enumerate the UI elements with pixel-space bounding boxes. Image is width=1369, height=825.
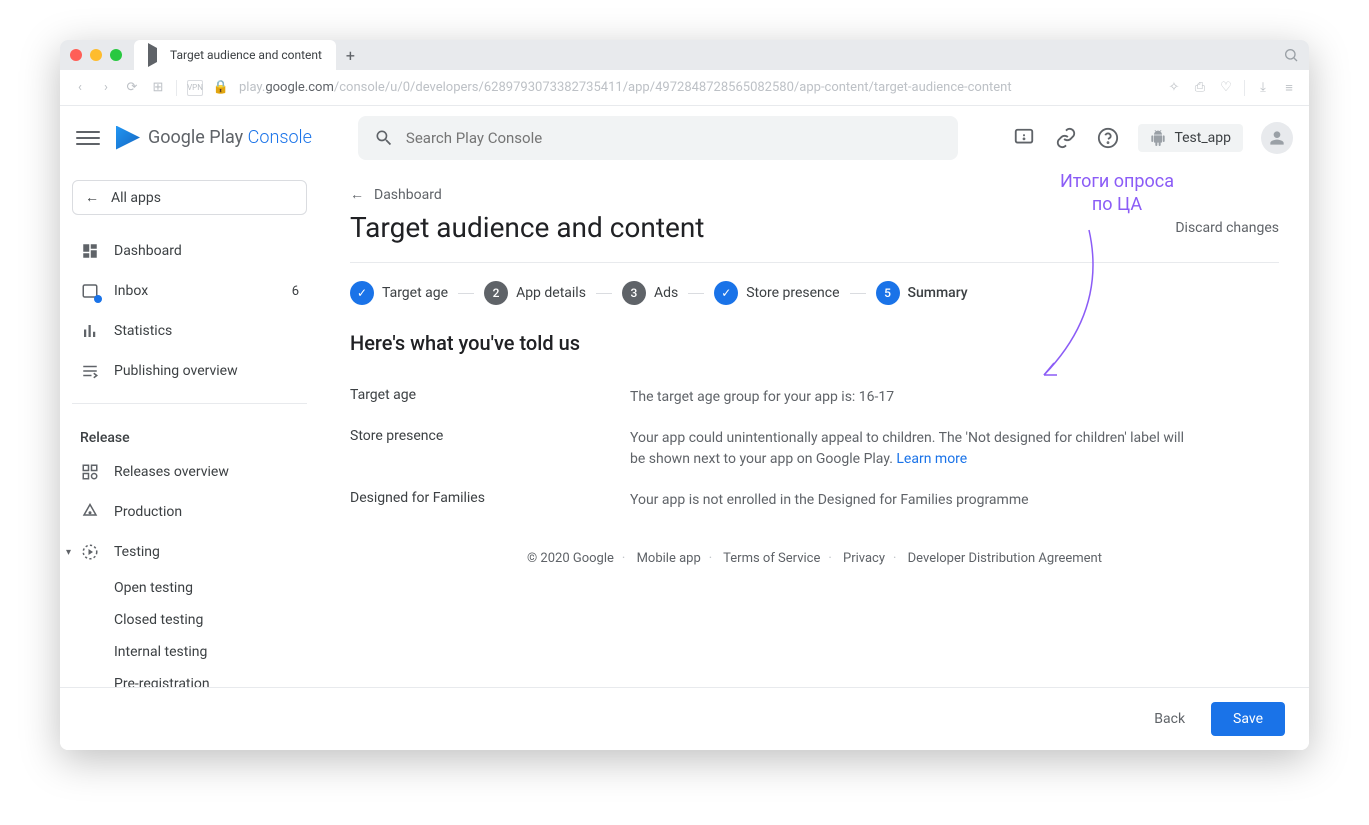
save-button[interactable]: Save (1211, 702, 1285, 736)
logo[interactable]: Google Play Console (116, 126, 312, 150)
sidebar-item-statistics[interactable]: Statistics (72, 311, 307, 351)
arrow-left-icon: ← (350, 186, 364, 203)
browser-tab[interactable]: Target audience and content (134, 40, 336, 70)
check-icon (350, 281, 374, 305)
menu-icon[interactable]: ≡ (1281, 80, 1297, 96)
app-header: Google Play Console Test_app (60, 106, 1309, 170)
sidebar-item-publishing-overview[interactable]: Publishing overview (72, 351, 307, 391)
browser-toolbar: ‹ › ⟳ ⊞ VPN 🔒 play.google.com/console/u/… (60, 70, 1309, 106)
app-selector[interactable]: Test_app (1138, 124, 1243, 152)
app-name: Test_app (1174, 130, 1231, 146)
page-title: Target audience and content (350, 211, 704, 244)
step-ads[interactable]: 3Ads (622, 281, 678, 305)
back-button[interactable]: Back (1142, 703, 1197, 735)
testing-icon (80, 542, 100, 562)
sidebar-item-dashboard[interactable]: Dashboard (72, 231, 307, 271)
sidebar-sub-closed-testing[interactable]: Closed testing (72, 604, 307, 636)
bottom-action-bar: Back Save (60, 687, 1309, 750)
search-input[interactable] (406, 129, 942, 147)
account-avatar[interactable] (1261, 122, 1293, 154)
apps-grid-icon[interactable]: ⊞ (150, 80, 166, 96)
new-tab-button[interactable]: + (346, 46, 355, 65)
step-target-age[interactable]: Target age (350, 281, 448, 305)
step-app-details[interactable]: 2App details (484, 281, 586, 305)
footer-links: © 2020 Google· Mobile app· Terms of Serv… (350, 521, 1279, 586)
footer-terms[interactable]: Terms of Service (723, 551, 820, 566)
sidebar-item-testing[interactable]: ▾ Testing (72, 532, 307, 572)
sidebar-sub-pre-registration[interactable]: Pre-registration (72, 668, 307, 687)
inbox-badge: 6 (292, 284, 299, 299)
stats-icon (80, 321, 100, 341)
summary-row-store-presence: Store presence Your app could unintentio… (350, 418, 1279, 480)
tab-title: Target audience and content (170, 48, 322, 62)
window-close-button[interactable] (70, 49, 82, 61)
forward-nav-icon[interactable]: › (98, 80, 114, 96)
sidebar-sub-open-testing[interactable]: Open testing (72, 572, 307, 604)
breadcrumb[interactable]: ← Dashboard (350, 186, 1279, 203)
all-apps-button[interactable]: ← All apps (72, 180, 307, 215)
arrow-left-icon: ← (85, 189, 99, 206)
sidebar: ← All apps Dashboard Inbox 6 Statistics (60, 170, 320, 687)
sidebar-item-production[interactable]: Production (72, 492, 307, 532)
reader-icon[interactable]: ✧ (1166, 80, 1182, 96)
search-tabs-icon[interactable] (1283, 47, 1299, 63)
sidebar-item-inbox[interactable]: Inbox 6 (72, 271, 307, 311)
stepper: Target age 2App details 3Ads Store prese… (350, 281, 1279, 305)
releases-icon (80, 462, 100, 482)
search-box[interactable] (358, 116, 958, 160)
step-summary[interactable]: 5Summary (876, 281, 968, 305)
discard-changes-button[interactable]: Discard changes (1175, 220, 1279, 236)
summary-row-designed-for-families: Designed for Families Your app is not en… (350, 480, 1279, 521)
inbox-icon (80, 281, 100, 301)
sidebar-section-release: Release (72, 416, 307, 452)
sidebar-sub-internal-testing[interactable]: Internal testing (72, 636, 307, 668)
vpn-icon[interactable]: VPN (187, 80, 203, 96)
check-icon (714, 281, 738, 305)
camera-icon[interactable]: ⎙ (1192, 80, 1208, 96)
lock-icon: 🔒 (213, 80, 229, 96)
heart-icon[interactable]: ♡ (1218, 80, 1234, 96)
annotation-arrow-icon (1029, 220, 1119, 390)
link-icon[interactable] (1054, 126, 1078, 150)
back-nav-icon[interactable]: ‹ (72, 80, 88, 96)
logo-text: Google Play Console (148, 127, 312, 148)
reload-icon[interactable]: ⟳ (124, 80, 140, 96)
menu-toggle-button[interactable] (76, 126, 100, 150)
divider (350, 262, 1279, 263)
window-titlebar: Target audience and content + (60, 40, 1309, 70)
feedback-icon[interactable] (1012, 126, 1036, 150)
play-logo-icon (116, 126, 140, 150)
dashboard-icon (80, 241, 100, 261)
search-icon (374, 128, 394, 148)
learn-more-link[interactable]: Learn more (896, 451, 967, 467)
address-bar[interactable]: play.google.com/console/u/0/developers/6… (239, 80, 1156, 95)
footer-mobile-app[interactable]: Mobile app (637, 551, 701, 566)
publish-icon (80, 361, 100, 381)
chevron-down-icon: ▾ (66, 547, 71, 558)
footer-privacy[interactable]: Privacy (843, 551, 885, 566)
divider (72, 403, 307, 404)
summary-row-target-age: Target age The target age group for your… (350, 377, 1279, 418)
all-apps-label: All apps (111, 190, 161, 206)
production-icon (80, 502, 100, 522)
step-store-presence[interactable]: Store presence (714, 281, 839, 305)
main-content: Итоги опроса по ЦА ← Dashboard Target au… (320, 170, 1309, 687)
download-icon[interactable]: ⤓ (1255, 80, 1271, 96)
sidebar-item-releases-overview[interactable]: Releases overview (72, 452, 307, 492)
window-minimize-button[interactable] (90, 49, 102, 61)
android-icon (1150, 130, 1166, 146)
section-title: Here's what you've told us (350, 331, 1279, 355)
help-icon[interactable] (1096, 126, 1120, 150)
window-zoom-button[interactable] (110, 49, 122, 61)
footer-dda[interactable]: Developer Distribution Agreement (908, 551, 1102, 566)
play-icon (148, 48, 162, 62)
